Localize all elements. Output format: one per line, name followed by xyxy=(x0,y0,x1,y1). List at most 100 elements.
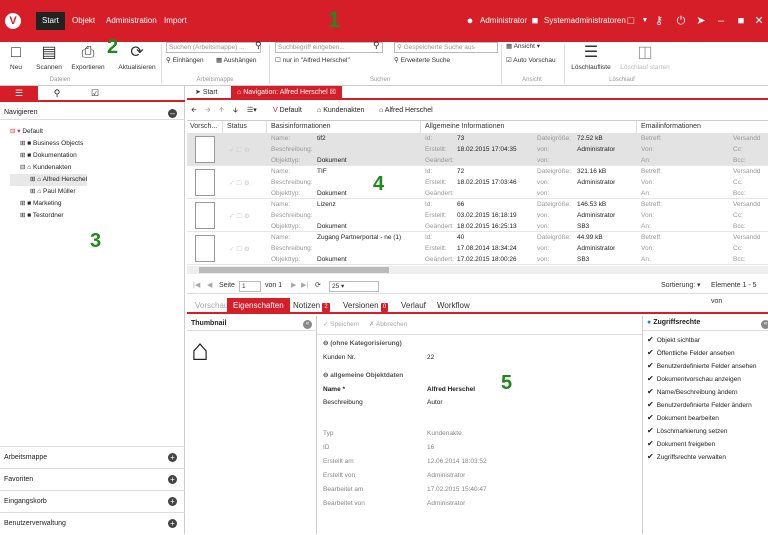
saved-search-select[interactable]: ⚲ Gespeicherte Suche aus xyxy=(394,42,498,53)
section-allgemeine-objektdaten[interactable]: ⊖ allgemeine Objektdaten xyxy=(323,370,403,382)
export-button[interactable]: ⎙ Exportieren xyxy=(70,42,106,71)
right-item[interactable]: ✔ Löschmarkierung setzen xyxy=(647,425,756,438)
table-row[interactable]: ✓ ☐ ⚙ Name: Lizenz Beschreibung: Objekttyp: D… xyxy=(187,199,768,232)
tree-item-marketing[interactable]: ⊞ ■ Marketing xyxy=(10,198,87,210)
tree-item-dokumentation[interactable]: ⊞ ■ Dokumentation xyxy=(10,150,87,162)
column-header-basis[interactable]: Basisinformationen xyxy=(267,121,421,133)
name-field[interactable]: Alfred Herschel xyxy=(427,384,475,396)
send-icon[interactable]: ➤ xyxy=(694,12,708,30)
menu-start[interactable]: Start xyxy=(36,12,65,30)
power-icon[interactable]: ⏻ xyxy=(674,12,688,30)
expand-icon[interactable]: + xyxy=(168,519,177,528)
key-icon[interactable]: ⚷ xyxy=(652,12,666,30)
tab-navigation-alfred[interactable]: ⌂ Navigation: Alfred Herschel ☒ xyxy=(231,86,342,100)
tree-item-kundenakten[interactable]: ⊟ ⌂ Kundenakten xyxy=(10,162,87,174)
kunden-nr-field[interactable]: 22 xyxy=(427,352,434,364)
up-icon[interactable]: 🡩 xyxy=(219,101,224,121)
right-item[interactable]: ✔ Zugriffsrechte verwalten xyxy=(647,451,756,464)
cancel-button[interactable]: ✗ Abbrechen xyxy=(369,320,407,330)
tab-start[interactable]: ➤ Start xyxy=(189,86,224,100)
chat-icon[interactable]: □ xyxy=(624,12,638,30)
right-item[interactable]: ✔ Dokumentvorschau anzeigen xyxy=(647,373,756,386)
right-item[interactable]: ✔ Benutzerdefinierte Felder ändern xyxy=(647,399,756,412)
loeschlauf-starten-button[interactable]: ◫ Löschlauf starten xyxy=(618,42,672,71)
right-item[interactable]: ✔ Dokument freigeben xyxy=(647,438,756,451)
refresh-button[interactable]: ⟳ Aktualisieren xyxy=(116,42,158,71)
right-item[interactable]: ✔ Objekt sichtbar xyxy=(647,334,756,347)
tab-notizen[interactable]: Notizen 2 xyxy=(287,298,336,314)
panel-favoriten[interactable]: Favoriten + xyxy=(0,468,185,490)
forward-icon[interactable]: 🡪 xyxy=(205,101,211,121)
column-header-email[interactable]: Emailinformationen xyxy=(637,121,768,133)
app-logo[interactable]: V xyxy=(5,13,21,29)
last-page-icon[interactable]: ▶| xyxy=(301,278,308,294)
user-name[interactable]: Administrator xyxy=(480,13,527,29)
down-icon[interactable]: 🡫 xyxy=(233,101,238,121)
first-page-icon[interactable]: |◀ xyxy=(193,278,200,294)
panel-benutzerverwaltung[interactable]: Benutzerverwaltung + xyxy=(0,512,185,534)
minimize-icon[interactable]: – xyxy=(714,12,728,30)
right-item[interactable]: ✔ Dokument bearbeiten xyxy=(647,412,756,425)
tree-item-alfred-herschel[interactable]: ⊞ ⌂ Alfred Herschel xyxy=(10,174,88,186)
tab-eigenschaften[interactable]: Eigenschaften xyxy=(227,298,290,314)
close-panel-icon[interactable]: « xyxy=(303,320,312,329)
close-tab-icon[interactable]: ☒ xyxy=(330,89,336,96)
group-name[interactable]: Systemadministratoren xyxy=(544,13,626,29)
expand-icon[interactable]: + xyxy=(168,475,177,484)
page-input[interactable]: 1 xyxy=(239,281,261,292)
expand-icon[interactable]: + xyxy=(168,453,177,462)
tab-versionen[interactable]: Versionen 0 xyxy=(337,298,394,314)
table-row[interactable]: ✓ ☐ ⚙ Name: Zugang Partnerportal - ne (1) B… xyxy=(187,232,768,265)
right-item[interactable]: ✔ Name/Beschreibung ändern xyxy=(647,386,756,399)
aushaengen-button[interactable]: ▦ Aushängen xyxy=(216,56,256,66)
tree-item-default[interactable]: ⊟ ▾ Default xyxy=(10,126,87,138)
search-icon[interactable]: ⚲ xyxy=(373,40,380,51)
maximize-icon[interactable]: ■ xyxy=(734,12,748,30)
chevron-down-icon[interactable]: ▼ xyxy=(638,12,652,30)
tab-navigation[interactable]: ☰ xyxy=(0,86,38,100)
tab-tasks[interactable]: ☑ xyxy=(76,86,114,100)
erweiterte-suche-button[interactable]: ⚲ Erweiterte Suche xyxy=(394,56,450,66)
tree-item-paul-mueller[interactable]: ⊞ ⌂ Paul Müller xyxy=(10,186,87,198)
breadcrumb-kundenakten[interactable]: ⌂ Kundenakten xyxy=(317,101,364,121)
nur-in-checkbox[interactable]: ☐ nur in "Alfred Herschel" xyxy=(275,56,350,66)
tab-workflow[interactable]: Workflow xyxy=(431,298,476,314)
auto-vorschau-checkbox[interactable]: ☑ Auto Vorschau xyxy=(506,56,556,66)
right-item[interactable]: ✔ Benutzerdefinierte Felder ansehen xyxy=(647,360,756,373)
refresh-icon[interactable]: ⟳ xyxy=(315,278,321,294)
loeschliste-button[interactable]: ☰ Löschlaufliste xyxy=(568,42,614,71)
tab-search[interactable]: ⚲ xyxy=(38,86,76,100)
search-term-input[interactable]: Suchbegriff eingeben... xyxy=(275,42,383,53)
menu-administration[interactable]: Administration xyxy=(100,12,163,30)
breadcrumb-default[interactable]: V Default xyxy=(273,101,302,121)
prev-page-icon[interactable]: ◀ xyxy=(207,278,212,294)
table-row[interactable]: ✓ ☐ ⚙ Name: TIF Beschreibung: Objekttyp: Doku… xyxy=(187,166,768,199)
close-icon[interactable]: ✕ xyxy=(752,12,766,30)
panel-eingangskorb[interactable]: Eingangskorb + xyxy=(0,490,185,512)
menu-import[interactable]: Import xyxy=(158,12,193,30)
save-button[interactable]: ✓ Speichern xyxy=(323,320,360,330)
archive-search-input[interactable]: Suchen (Arbeitsmappe) ... xyxy=(166,42,261,53)
section-ohne-kategorisierung[interactable]: ⊖ (ohne Kategorisierung) xyxy=(323,338,402,350)
menu-objekt[interactable]: Objekt xyxy=(66,12,101,30)
tree-item-business-objects[interactable]: ⊞ ■ Business Objects xyxy=(10,138,87,150)
close-panel-icon[interactable]: « xyxy=(761,320,768,329)
tab-verlauf[interactable]: Verlauf xyxy=(395,298,432,314)
back-icon[interactable]: 🡨 xyxy=(191,101,197,121)
new-button[interactable]: □ Neu xyxy=(6,42,26,71)
horizontal-scrollbar[interactable] xyxy=(187,266,768,274)
column-header-vorschau[interactable]: Vorsch... xyxy=(187,121,223,133)
expand-icon[interactable]: + xyxy=(168,497,177,506)
right-item[interactable]: ✔ Öffentliche Felder ansehen xyxy=(647,347,756,360)
scrollbar-thumb[interactable] xyxy=(199,267,389,273)
tree-item-testordner[interactable]: ⊞ ■ Testordner xyxy=(10,210,87,222)
list-view-icon[interactable]: ☰▾ xyxy=(247,101,257,121)
page-size-select[interactable]: 25 ▾ xyxy=(329,281,379,292)
panel-arbeitsmappe[interactable]: Arbeitsmappe + xyxy=(0,446,185,468)
beschreibung-field[interactable]: Autor xyxy=(427,397,443,409)
next-page-icon[interactable]: ▶ xyxy=(291,278,296,294)
ansicht-dropdown[interactable]: ▦ Ansicht ▾ xyxy=(506,42,540,52)
column-header-allgemein[interactable]: Allgemeine Informationen xyxy=(421,121,637,133)
breadcrumb-alfred[interactable]: ⌂ Alfred Herschel xyxy=(379,101,433,121)
column-header-status[interactable]: Status xyxy=(223,121,267,133)
